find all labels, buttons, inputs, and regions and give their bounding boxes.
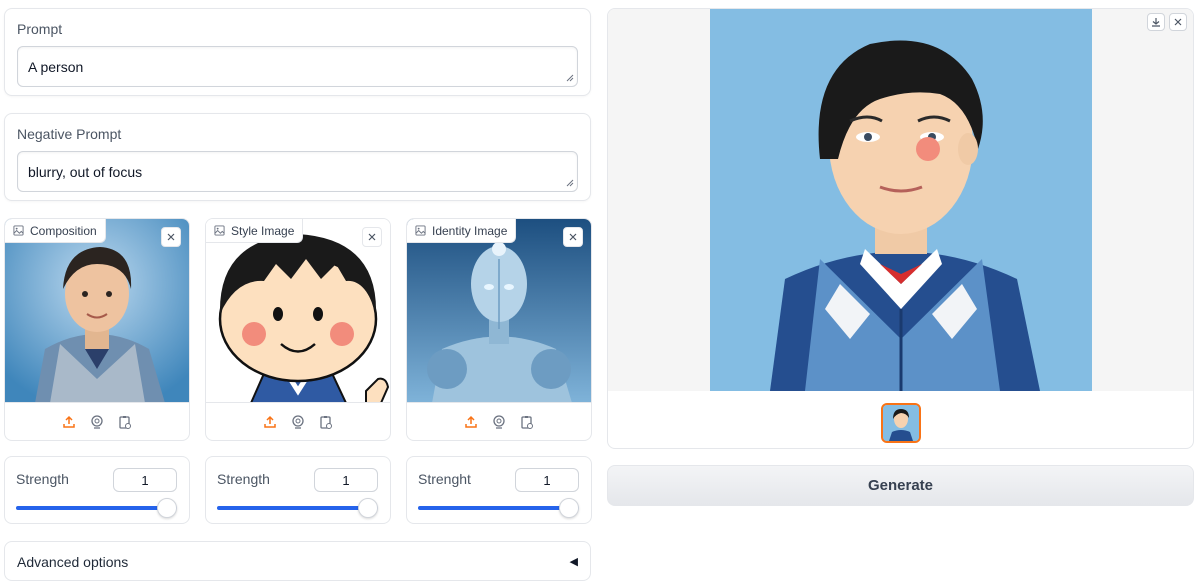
identity-strength-slider: Strenght 1 xyxy=(406,456,592,524)
close-gallery-button[interactable] xyxy=(1169,13,1187,31)
close-icon xyxy=(1174,18,1182,26)
composition-strength-slider: Strength 1 xyxy=(4,456,190,524)
negative-prompt-input[interactable]: blurry, out of focus xyxy=(17,151,578,192)
negative-prompt-label: Negative Prompt xyxy=(17,126,122,142)
style-image xyxy=(206,219,390,403)
upload-button[interactable] xyxy=(260,412,280,432)
download-icon xyxy=(1152,18,1160,27)
clipboard-icon xyxy=(521,415,533,429)
upload-icon xyxy=(63,415,75,428)
clipboard-button[interactable] xyxy=(316,412,336,432)
prompt-panel: Prompt A person xyxy=(4,8,591,96)
webcam-button[interactable] xyxy=(489,412,509,432)
advanced-options-accordion[interactable]: Advanced options ◀ xyxy=(4,541,591,581)
source-bar xyxy=(407,402,591,440)
image-icon xyxy=(13,225,24,236)
close-icon xyxy=(569,233,577,241)
composition-image xyxy=(5,219,189,403)
webcam-icon xyxy=(493,414,505,429)
clear-button[interactable] xyxy=(362,227,382,247)
clear-button[interactable] xyxy=(161,227,181,247)
resize-grip-icon[interactable] xyxy=(566,179,574,187)
clipboard-button[interactable] xyxy=(115,412,135,432)
style-tag: Style Image xyxy=(206,219,304,243)
negative-prompt-panel: Negative Prompt blurry, out of focus xyxy=(4,113,591,201)
slider-thumb[interactable] xyxy=(157,498,177,518)
caret-left-icon: ◀ xyxy=(569,556,578,568)
webcam-icon xyxy=(91,414,103,429)
style-label: Style Image xyxy=(231,223,295,238)
image-icon xyxy=(415,225,426,236)
slider-thumb[interactable] xyxy=(559,498,579,518)
identity-label: Identity Image xyxy=(432,223,508,238)
strength-number-input[interactable]: 1 xyxy=(113,468,177,492)
slider-track[interactable] xyxy=(16,506,177,510)
source-bar xyxy=(206,402,390,440)
upload-icon xyxy=(465,415,477,428)
gallery-thumbnail[interactable] xyxy=(881,403,921,443)
slider-track[interactable] xyxy=(418,506,579,510)
identity-image-card[interactable]: Identity Image xyxy=(406,218,592,441)
upload-button[interactable] xyxy=(59,412,79,432)
clear-button[interactable] xyxy=(563,227,583,247)
style-strength-slider: Strength 1 xyxy=(205,456,391,524)
image-icon xyxy=(214,225,225,236)
strength-label: Strength xyxy=(217,471,270,487)
clipboard-button[interactable] xyxy=(517,412,537,432)
generated-image[interactable] xyxy=(710,9,1092,391)
close-icon xyxy=(167,233,175,241)
clipboard-icon xyxy=(320,415,332,429)
output-gallery xyxy=(607,8,1194,449)
advanced-options-label: Advanced options xyxy=(17,554,129,570)
upload-icon xyxy=(264,415,276,428)
source-bar xyxy=(5,402,189,440)
upload-button[interactable] xyxy=(461,412,481,432)
close-icon xyxy=(368,233,376,241)
identity-image xyxy=(407,219,591,403)
strength-label: Strength xyxy=(16,471,69,487)
slider-track[interactable] xyxy=(217,506,378,510)
webcam-icon xyxy=(292,414,304,429)
identity-tag: Identity Image xyxy=(407,219,517,243)
download-button[interactable] xyxy=(1147,13,1165,31)
webcam-button[interactable] xyxy=(288,412,308,432)
generate-button[interactable]: Generate xyxy=(607,465,1194,506)
resize-grip-icon[interactable] xyxy=(566,74,574,82)
strength-label: Strenght xyxy=(418,471,471,487)
strength-number-input[interactable]: 1 xyxy=(314,468,378,492)
prompt-label: Prompt xyxy=(17,21,63,37)
style-image-card[interactable]: Style Image xyxy=(205,218,391,441)
composition-tag: Composition xyxy=(5,219,106,243)
composition-image-card[interactable]: Composition xyxy=(4,218,190,441)
composition-label: Composition xyxy=(30,223,97,238)
webcam-button[interactable] xyxy=(87,412,107,432)
strength-number-input[interactable]: 1 xyxy=(515,468,579,492)
clipboard-icon xyxy=(119,415,131,429)
slider-thumb[interactable] xyxy=(358,498,378,518)
prompt-input[interactable]: A person xyxy=(17,46,578,87)
